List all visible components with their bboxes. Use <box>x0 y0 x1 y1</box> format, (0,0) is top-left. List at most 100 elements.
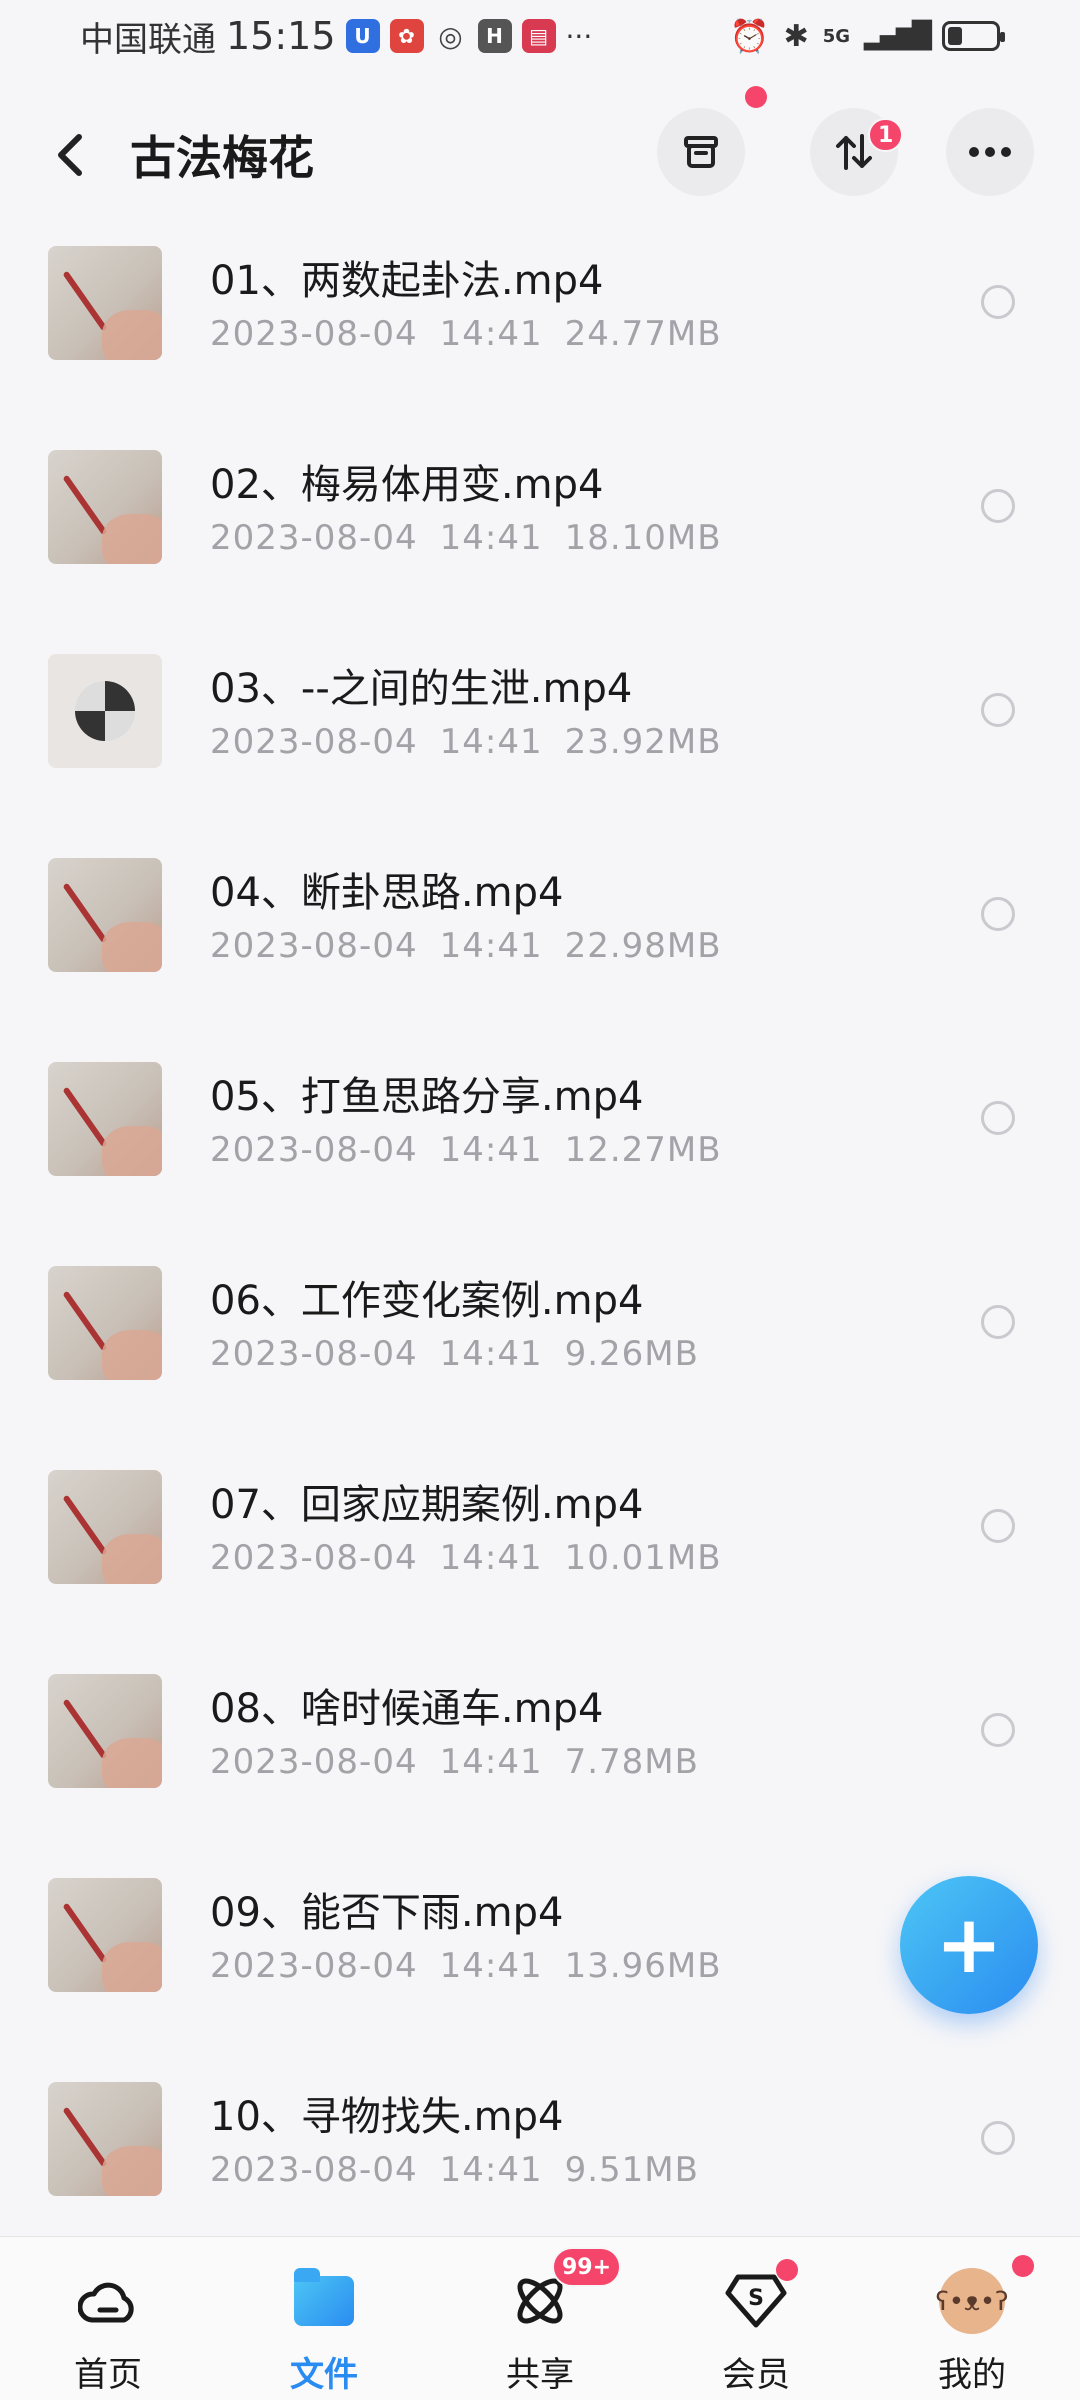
file-meta: 2023-08-04 14:41 18.10MB <box>210 518 722 558</box>
tab-mine[interactable]: ʕ•ᴥ•ʔ 我的 <box>864 2237 1080 2400</box>
alarm-icon: ⏰ <box>729 17 770 55</box>
video-thumbnail <box>48 1878 162 1992</box>
file-date: 2023-08-04 <box>210 314 418 354</box>
avatar: ʕ•ᴥ•ʔ <box>936 2268 1009 2334</box>
status-bar: 中国联通 15:15 U ✿ ◎ H ▤ ··· ⏰ ✱ 5G ▂▄▆█ <box>0 0 1080 72</box>
tab-home-label: 首页 <box>74 2355 142 2395</box>
select-radio[interactable] <box>981 1101 1015 1135</box>
file-row[interactable]: 05、打鱼思路分享.mp4 2023-08-04 14:41 12.27MB <box>0 1044 1080 1248</box>
network-label: 5G <box>822 25 851 47</box>
video-thumbnail <box>48 1062 162 1176</box>
bottom-nav: 首页 文件 共享 99+ S 会员 ʕ•ᴥ•ʔ 我的 <box>0 2236 1080 2400</box>
archive-button[interactable] <box>657 108 745 196</box>
plus-icon: + <box>935 1898 1003 1991</box>
bluetooth-icon: ✱ <box>783 18 809 54</box>
tab-vip[interactable]: S 会员 <box>648 2237 864 2400</box>
more-button[interactable] <box>946 108 1034 196</box>
file-name: 03、--之间的生泄.mp4 <box>210 666 633 712</box>
file-size: 9.26MB <box>564 1334 699 1374</box>
file-date: 2023-08-04 <box>210 518 418 558</box>
file-name: 07、回家应期案例.mp4 <box>210 1482 644 1528</box>
file-time: 14:41 <box>439 1538 543 1578</box>
file-row[interactable]: 01、两数起卦法.mp4 2023-08-04 14:41 24.77MB <box>0 228 1080 432</box>
select-radio[interactable] <box>981 489 1015 523</box>
file-row[interactable]: 04、断卦思路.mp4 2023-08-04 14:41 22.98MB <box>0 840 1080 1044</box>
tab-share-label: 共享 <box>506 2355 574 2395</box>
file-row[interactable]: 08、啥时候通车.mp4 2023-08-04 14:41 7.78MB <box>0 1656 1080 1860</box>
select-radio[interactable] <box>981 1713 1015 1747</box>
file-time: 14:41 <box>439 2150 543 2190</box>
carrier-label: 中国联通 <box>80 19 216 60</box>
file-date: 2023-08-04 <box>210 926 418 966</box>
file-size: 22.98MB <box>564 926 722 966</box>
file-meta: 2023-08-04 14:41 10.01MB <box>210 1538 722 1578</box>
tab-files-label: 文件 <box>290 2355 358 2395</box>
file-meta: 2023-08-04 14:41 22.98MB <box>210 926 722 966</box>
file-time: 14:41 <box>439 926 543 966</box>
vip-diamond-icon: S <box>724 2269 788 2333</box>
video-thumbnail <box>48 1266 162 1380</box>
file-date: 2023-08-04 <box>210 1538 418 1578</box>
video-thumbnail <box>48 858 162 972</box>
video-thumbnail <box>48 1470 162 1584</box>
red-app-notification-icon: ✿ <box>389 19 424 53</box>
vip-notification-dot <box>776 2259 798 2281</box>
file-date: 2023-08-04 <box>210 1742 418 1782</box>
video-thumbnail <box>48 1674 162 1788</box>
file-row[interactable]: 07、回家应期案例.mp4 2023-08-04 14:41 10.01MB <box>0 1452 1080 1656</box>
archive-icon <box>684 136 718 168</box>
file-row[interactable]: 02、梅易体用变.mp4 2023-08-04 14:41 18.10MB <box>0 432 1080 636</box>
file-name: 10、寻物找失.mp4 <box>210 2094 564 2140</box>
select-radio[interactable] <box>981 1305 1015 1339</box>
file-name: 08、啥时候通车.mp4 <box>210 1686 604 1732</box>
wechat-icon: ◎ <box>438 19 463 53</box>
select-radio[interactable] <box>981 2121 1015 2155</box>
file-name: 02、梅易体用变.mp4 <box>210 462 604 508</box>
transfer-badge: 1 <box>868 118 904 152</box>
file-name: 04、断卦思路.mp4 <box>210 870 564 916</box>
tab-files[interactable]: 文件 <box>216 2237 432 2400</box>
file-name: 05、打鱼思路分享.mp4 <box>210 1074 644 1120</box>
svg-text:S: S <box>748 2286 764 2311</box>
file-time: 14:41 <box>439 1946 543 1986</box>
bear-avatar-icon: ʕ•ᴥ•ʔ <box>936 2268 1009 2334</box>
add-button[interactable]: + <box>900 1876 1038 2014</box>
share-badge: 99+ <box>552 2247 622 2287</box>
app-bar: 古法梅花 <box>0 100 1080 210</box>
tab-mine-label: 我的 <box>938 2355 1006 2395</box>
more-notifications: ··· <box>565 19 593 53</box>
tab-share[interactable]: 共享 99+ <box>432 2237 648 2400</box>
file-row[interactable]: 06、工作变化案例.mp4 2023-08-04 14:41 9.26MB <box>0 1248 1080 1452</box>
file-date: 2023-08-04 <box>210 1946 418 1986</box>
mine-notification-dot <box>1012 2255 1034 2277</box>
file-time: 14:41 <box>439 1742 543 1782</box>
file-size: 7.78MB <box>564 1742 699 1782</box>
select-radio[interactable] <box>981 1509 1015 1543</box>
file-date: 2023-08-04 <box>210 2150 418 2190</box>
back-button[interactable] <box>40 125 100 185</box>
video-thumbnail <box>48 246 162 360</box>
file-meta: 2023-08-04 14:41 9.26MB <box>210 1334 699 1374</box>
file-size: 10.01MB <box>564 1538 722 1578</box>
video-thumbnail <box>48 2082 162 2196</box>
file-size: 18.10MB <box>564 518 722 558</box>
select-radio[interactable] <box>981 693 1015 727</box>
file-row[interactable]: 03、--之间的生泄.mp4 2023-08-04 14:41 23.92MB <box>0 636 1080 840</box>
file-size: 23.92MB <box>564 722 722 762</box>
file-meta: 2023-08-04 14:41 7.78MB <box>210 1742 699 1782</box>
folder-icon <box>292 2268 356 2333</box>
file-size: 9.51MB <box>564 2150 699 2190</box>
file-name: 01、两数起卦法.mp4 <box>210 258 604 304</box>
tab-home[interactable]: 首页 <box>0 2237 216 2400</box>
file-time: 14:41 <box>439 1130 543 1170</box>
file-time: 14:41 <box>439 722 543 762</box>
select-radio[interactable] <box>981 285 1015 319</box>
signal-icon: ▂▄▆█ <box>864 21 932 51</box>
app-notification-icon: U <box>345 19 380 53</box>
file-size: 12.27MB <box>564 1130 722 1170</box>
file-meta: 2023-08-04 14:41 12.27MB <box>210 1130 722 1170</box>
book-app-icon: ▤ <box>521 19 556 53</box>
select-radio[interactable] <box>981 897 1015 931</box>
file-meta: 2023-08-04 14:41 13.96MB <box>210 1946 722 1986</box>
video-thumbnail <box>48 450 162 564</box>
